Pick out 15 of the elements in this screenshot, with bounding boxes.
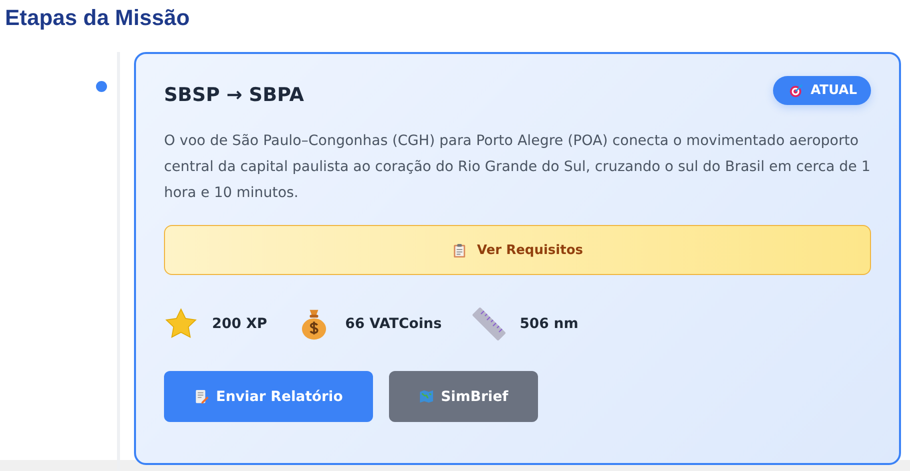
star-icon bbox=[164, 307, 198, 341]
document-pencil-icon bbox=[194, 389, 209, 404]
section-heading: Etapas da Missão bbox=[4, 4, 191, 32]
target-icon bbox=[788, 83, 804, 98]
status-badge: ATUAL bbox=[772, 76, 871, 105]
submit-report-button[interactable]: Enviar Relatório bbox=[164, 371, 373, 422]
stat-value: 506 nm bbox=[520, 316, 578, 332]
stat-value: 200 XP bbox=[212, 316, 268, 332]
leg-description: O voo de São Paulo–Congonhas (CGH) para Porto Alegre (POA) conecta o movimentado aeroporto central da capital paulista ao coração do Rio Grande do Sul, cruzando o sul do Brasil em cerca de 1 hora e 10 minutos. bbox=[164, 132, 871, 203]
map-icon bbox=[418, 389, 434, 404]
stat-value: 66 VATCoins bbox=[345, 316, 442, 332]
flight-plan-button[interactable]: SimBrief bbox=[388, 371, 538, 422]
clipboard-icon bbox=[452, 242, 467, 258]
requirements-button[interactable]: Ver Requisitos bbox=[164, 225, 871, 275]
route-title: SBSP → SBPA bbox=[164, 84, 304, 106]
